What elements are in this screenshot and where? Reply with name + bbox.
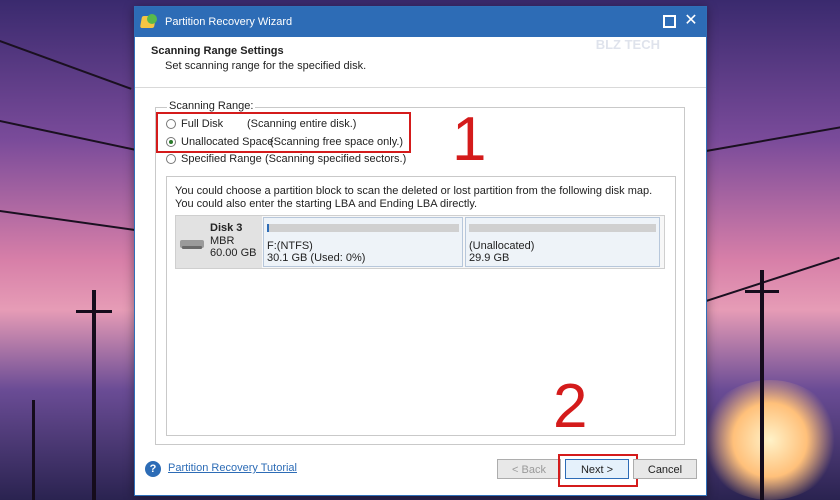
app-icon xyxy=(139,14,159,30)
disk-info[interactable]: Disk 3 MBR 60.00 GB xyxy=(176,216,262,268)
help-icon[interactable]: ? xyxy=(145,461,161,477)
radio-label: Full Disk xyxy=(181,118,224,130)
radio-label: Unallocated Space xyxy=(181,136,274,148)
partition-block-unallocated[interactable]: (Unallocated) 29.9 GB xyxy=(465,217,660,267)
close-icon: ✕ xyxy=(684,12,698,29)
sunset-glow xyxy=(700,380,840,500)
radio-specified-range[interactable]: Specified Range (Scanning specified sect… xyxy=(166,153,406,165)
radio-full-disk[interactable]: Full Disk (Scanning entire disk.) xyxy=(166,118,356,130)
utility-pole xyxy=(760,270,764,500)
utility-pole xyxy=(745,290,779,293)
wizard-window: Partition Recovery Wizard ✕ BLZ TECH Sca… xyxy=(134,6,707,496)
partition-detail: 29.9 GB xyxy=(469,252,510,264)
utility-pole xyxy=(76,310,112,313)
power-line xyxy=(0,210,139,232)
annotation-step1: 1 xyxy=(452,105,487,174)
watermark: BLZ TECH xyxy=(595,37,660,52)
partition-usage-bar xyxy=(267,224,459,232)
disk-type: MBR xyxy=(210,235,235,247)
maximize-icon xyxy=(662,15,676,28)
scanning-range-group: Scanning Range: Full Disk (Scanning enti… xyxy=(155,100,685,445)
radio-unallocated-space[interactable]: Unallocated Space (Scanning free space o… xyxy=(166,136,403,148)
disk-name: Disk 3 xyxy=(210,222,243,234)
radio-button[interactable] xyxy=(166,154,176,164)
power-line xyxy=(0,120,137,152)
power-line xyxy=(706,256,840,302)
radio-description: (Scanning free space only.) xyxy=(270,136,404,148)
close-button[interactable]: ✕ xyxy=(684,12,698,29)
radio-description: (Scanning entire disk.) xyxy=(247,118,357,130)
tutorial-link[interactable]: Partition Recovery Tutorial xyxy=(168,462,297,474)
partition-detail: 30.1 GB (Used: 0%) xyxy=(267,252,366,264)
radio-button[interactable] xyxy=(166,119,176,129)
title-bar: Partition Recovery Wizard ✕ xyxy=(135,7,706,37)
window-title: Partition Recovery Wizard xyxy=(165,16,293,28)
partition-label: F:(NTFS) xyxy=(267,240,313,252)
usage-fill xyxy=(267,224,269,232)
back-button[interactable]: < Back xyxy=(497,459,561,479)
page-subtitle: Set scanning range for the specified dis… xyxy=(165,60,367,72)
scanning-range-legend: Scanning Range: xyxy=(167,100,256,112)
partition-block-ntfs[interactable]: F:(NTFS) 30.1 GB (Used: 0%) xyxy=(263,217,463,267)
cancel-button[interactable]: Cancel xyxy=(633,459,697,479)
wizard-footer: ? Partition Recovery Tutorial < Back Nex… xyxy=(135,447,706,495)
annotation-step2: 2 xyxy=(553,372,588,441)
radio-label: Specified Range xyxy=(181,153,262,165)
hard-disk-icon xyxy=(180,240,204,249)
partition-label: (Unallocated) xyxy=(469,240,535,252)
disk-map-row: Disk 3 MBR 60.00 GB F:(NTFS) 30.1 GB (Us… xyxy=(175,215,665,269)
next-button[interactable]: Next > xyxy=(565,459,629,479)
disk-size: 60.00 GB xyxy=(210,247,257,259)
maximize-button[interactable] xyxy=(662,14,676,28)
radio-description: (Scanning specified sectors.) xyxy=(265,153,407,165)
disk-map-description: You could choose a partition block to sc… xyxy=(175,185,653,210)
utility-pole xyxy=(92,290,96,500)
radio-button-selected[interactable] xyxy=(166,137,176,147)
disk-map-panel: You could choose a partition block to sc… xyxy=(166,176,676,436)
partition-usage-bar xyxy=(469,224,656,232)
power-line xyxy=(706,125,840,152)
power-line xyxy=(0,40,132,90)
utility-pole xyxy=(32,400,35,500)
